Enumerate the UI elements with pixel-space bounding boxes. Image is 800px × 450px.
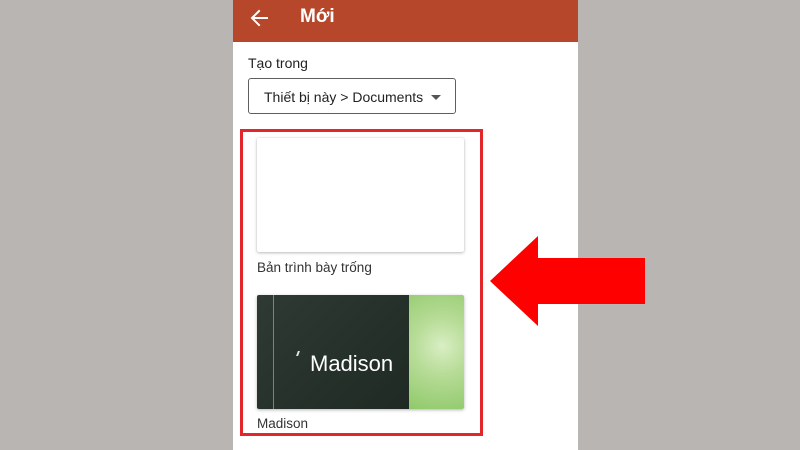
- app-bar: Mới: [233, 0, 578, 42]
- page-title: Mới: [300, 6, 335, 27]
- highlight-box: [240, 129, 483, 436]
- arrow-left-icon: [490, 236, 645, 326]
- back-button[interactable]: [247, 5, 273, 31]
- dropdown-caret-icon: [431, 95, 441, 100]
- arrow-left-icon: [250, 9, 268, 27]
- location-dropdown[interactable]: Thiết bị này > Documents: [248, 78, 456, 114]
- create-in-label: Tạo trong: [248, 55, 308, 71]
- location-value: Thiết bị này > Documents: [264, 89, 424, 105]
